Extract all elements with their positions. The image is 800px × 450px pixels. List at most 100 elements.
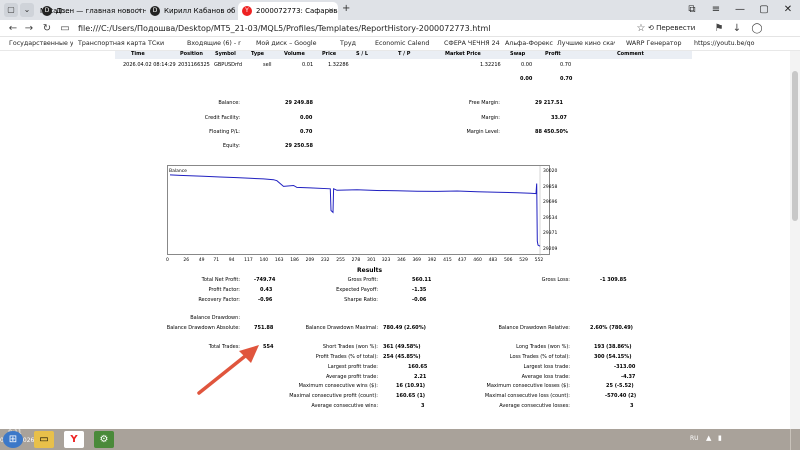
x-tick-label: 232 [320,258,330,263]
cell-volume: 0.01 [302,62,314,68]
bookmark-item[interactable]: Мой диск – Google [256,37,316,51]
x-tick-label: 117 [244,258,253,263]
folder-icon[interactable]: ▭ [34,431,54,448]
network-icon[interactable]: ▮ [718,434,722,442]
profile-icon[interactable]: ◯ [750,22,764,35]
x-tick-label: 0 [166,258,169,263]
summary-value: 29 249.88 [285,100,313,106]
new-tab-icon[interactable]: + [342,3,350,14]
star-icon[interactable]: ☆ [634,22,648,35]
y-tick-label: 29371 [543,231,558,237]
summary-label: Margin Level: [466,129,500,135]
close-icon[interactable]: ✕ [228,2,234,20]
start-icon[interactable]: ⊞ [3,431,23,448]
bookmark-item[interactable]: Транспортная карта [78,37,146,51]
bookmark-item[interactable]: Государственные ус [9,37,73,51]
x-tick-label: 506 [503,258,513,263]
url-field[interactable]: file:///C:/Users/Подошва/Desktop/MT5_21-… [78,21,628,36]
x-tick-label: 346 [397,258,406,263]
x-tick-label: 301 [367,258,376,263]
cell-market-price: 1.32216 [480,62,501,68]
result-value: 2.60% (780.49) [590,325,633,331]
bookmark-item[interactable]: Economic Calendar [375,37,429,51]
maximize-icon[interactable]: ▢ [752,0,776,20]
close-icon[interactable]: ✕ [136,2,142,20]
close-window-icon[interactable]: ✕ [776,0,800,20]
x-tick-label: 369 [412,258,422,263]
taskbar: ⊞ ▭ Y ⚙ RU ▲ ▮ 9:11 02.04.2026 [0,429,800,450]
language-indicator[interactable]: RU [690,435,699,442]
result-value: -4.37 [621,374,636,380]
result-label: Balance Drawdown Absolute: [166,325,240,331]
bookmark-item[interactable]: Альфа-Форекс [505,37,553,51]
tab-report[interactable]: Y 2000072773: Сафарова…✕ [238,2,338,20]
balance-series-line [169,174,541,247]
tab-bar: ▢ ⌄ MetaTr... D Дзен — главная новостно…… [0,0,800,20]
y-tick-label: 29534 [543,215,558,221]
col-header: T / P [398,51,411,57]
col-header: Time [131,51,145,57]
col-header: Market Price [445,51,481,57]
result-label: Total Net Profit: [201,277,240,283]
result-label: Largest profit trade: [327,364,378,370]
bookmark-item[interactable]: Входящие (6) - rafai [187,37,241,51]
result-label: Maximum consecutive losses ($): [486,383,570,389]
scrollbar-thumb[interactable] [792,71,798,221]
address-bar: ← → ↻ ▭ file:///C:/Users/Подошва/Desktop… [0,20,800,37]
download-icon[interactable]: ↓ [730,22,744,35]
bookmarks-icon[interactable]: ⧉ [680,0,704,20]
result-label: Maximum consecutive wins ($): [298,383,378,389]
forward-icon[interactable]: → [22,22,36,35]
page-scrollbar[interactable] [790,51,800,429]
col-header: Position [180,51,203,57]
chevron-down-icon[interactable]: ⌄ [20,3,34,17]
cell-symbol: GBPUSDrfd [214,62,242,68]
menu-icon[interactable]: ≡ [704,0,728,20]
x-tick-label: 49 [198,258,205,263]
x-tick-label: 323 [381,258,391,263]
bookmarks-bar: Государственные ус Транспортная карта ТС… [0,37,800,51]
bookmark-item[interactable]: СФЕРА ЧЕЧНЯ 24 [444,37,500,51]
bookmark-item[interactable]: WARP Генератор [626,37,681,51]
tab-kabanov[interactable]: D Кирилл Кабанов об инци…✕ [146,2,238,20]
result-value: 160.65 (1) [396,393,426,399]
close-icon[interactable]: ✕ [328,2,334,20]
minimize-icon[interactable]: — [728,0,752,20]
x-tick-label: 437 [457,258,467,263]
bookmark-item[interactable]: Лучшие кино скача [557,37,615,51]
bookmark-item[interactable]: https://youtu.be/qo [694,37,770,51]
col-header: Price [322,51,337,57]
result-label: Balance Drawdown Relative: [498,325,570,331]
metatrader-icon[interactable]: ⚙ [94,431,114,448]
tray-up-icon[interactable]: ▲ [706,434,711,442]
result-label: Maximal consecutive loss (count): [484,393,570,399]
result-value: -1 309.85 [600,277,627,283]
summary-value: 0.00 [300,115,313,121]
show-desktop-button[interactable] [790,429,800,450]
tab-search-icon[interactable]: ▢ [4,3,18,17]
drawdown-title: Balance Drawdown: [190,315,240,321]
result-value: 560.11 [412,277,432,283]
x-tick-label: 529 [519,258,528,263]
result-value: 3 [630,403,634,409]
results-title: Results [357,267,383,274]
tab-label: Дзен — главная новостно… [56,7,146,15]
bookmark-icon[interactable]: ⚑ [712,22,726,35]
reload-icon[interactable]: ↻ [40,22,54,35]
tab-dzen[interactable]: D Дзен — главная новостно…✕ [38,2,146,20]
bookmark-item[interactable]: ТСки [148,37,164,51]
col-header: Profit [545,51,561,57]
translate-button[interactable]: ⟲ Перевести [648,22,695,35]
dzen-icon: D [42,6,52,16]
translate-icon: ⟲ [648,24,657,32]
yandex-browser-icon[interactable]: Y [64,431,84,448]
summary-value: 29 250.58 [285,143,313,149]
tab-label: 2000072773: Сафарова… [256,7,338,15]
result-value: 193 (38.86%) [594,344,632,350]
bookmark-item[interactable]: Труд [340,37,356,51]
summary-value: 0.70 [300,129,313,135]
summary-value: 33.07 [551,115,567,121]
back-icon[interactable]: ← [6,22,20,35]
subtotal-swap: 0.00 [520,76,533,82]
result-label: Average consecutive wins: [311,403,378,409]
